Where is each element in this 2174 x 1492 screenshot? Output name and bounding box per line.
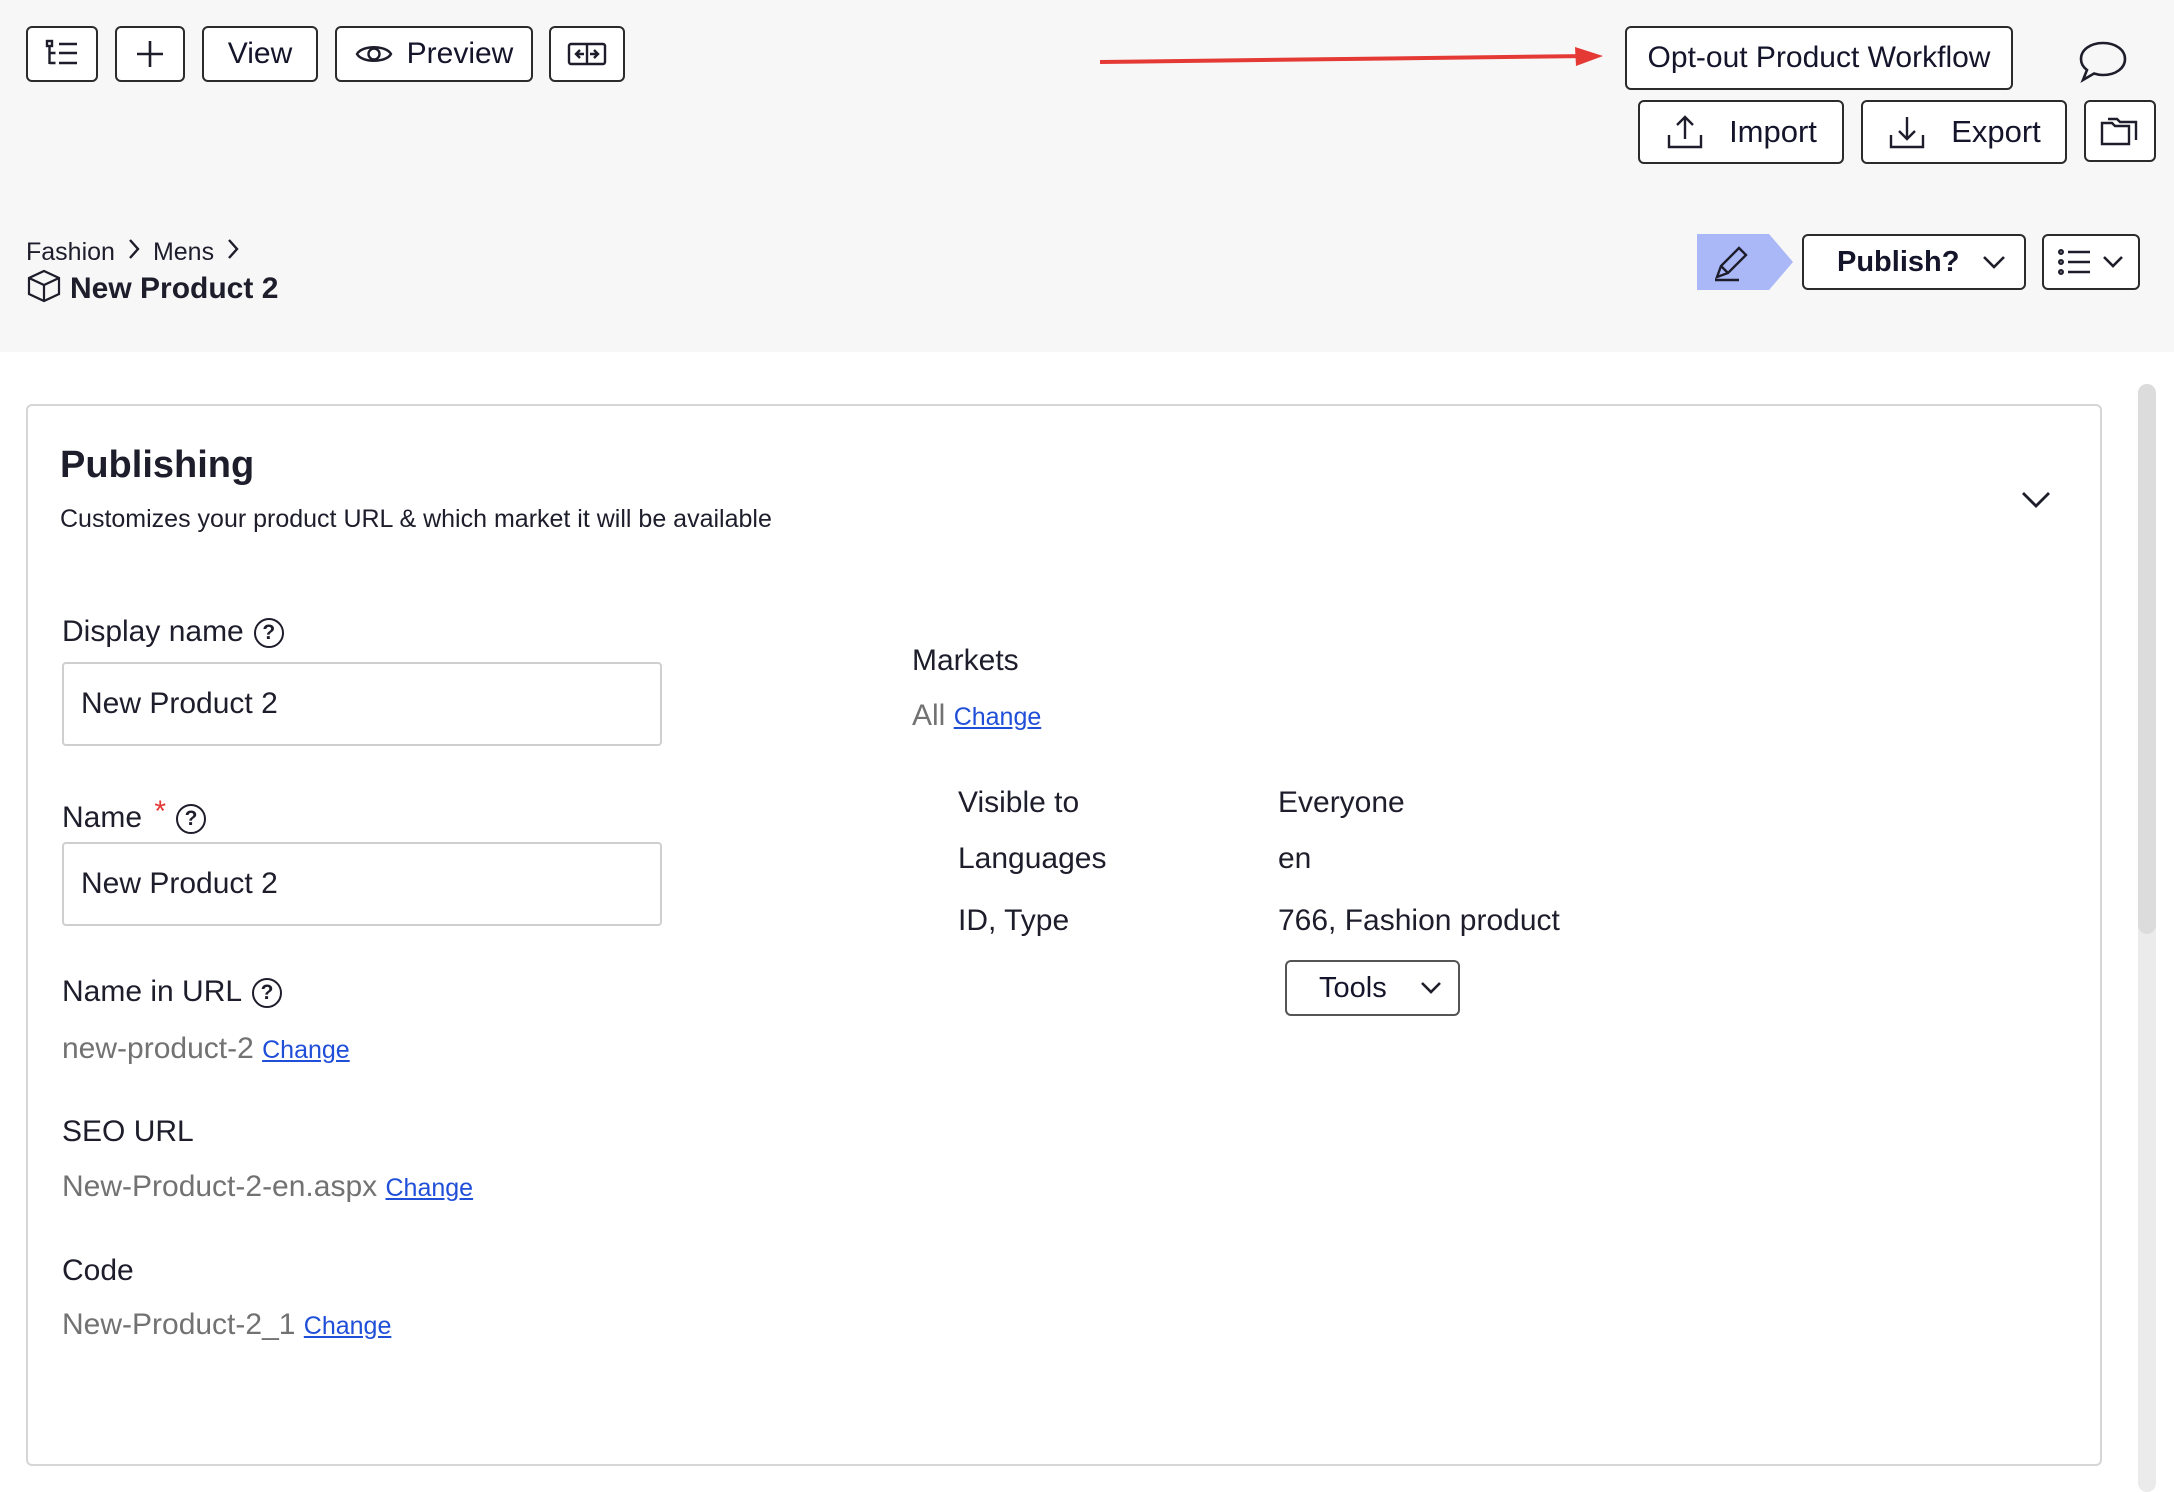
seo-url-row: New-Product-2-en.aspx Change <box>62 1170 473 1204</box>
opt-out-workflow-button[interactable]: Opt-out Product Workflow <box>1625 26 2013 90</box>
name-label-text: Name <box>62 801 143 834</box>
chevron-down-icon <box>1982 255 2006 269</box>
visible-to-label: Visible to <box>958 786 1080 819</box>
id-type-value: 766, Fashion product <box>1278 904 1560 937</box>
upload-icon <box>1665 113 1705 151</box>
languages-value: en <box>1278 842 1312 875</box>
code-label: Code <box>62 1254 134 1287</box>
display-name-input[interactable]: New Product 2 <box>62 662 662 746</box>
download-icon <box>1887 113 1927 151</box>
chevron-down-icon <box>1420 981 1442 995</box>
breadcrumb: Fashion Mens <box>26 237 240 268</box>
seo-url-label: SEO URL <box>62 1115 194 1148</box>
display-name-value: New Product 2 <box>81 687 278 720</box>
export-label: Export <box>1951 114 2041 149</box>
import-label: Import <box>1729 114 1817 149</box>
product-box-icon <box>26 268 62 309</box>
name-in-url-row: new-product-2 Change <box>62 1032 350 1066</box>
collapse-chevron-icon[interactable] <box>2020 490 2052 515</box>
section-title: Publishing <box>60 444 255 486</box>
help-icon[interactable]: ? <box>253 618 284 649</box>
help-icon[interactable]: ? <box>176 804 207 835</box>
preview-button[interactable]: Preview <box>335 26 533 82</box>
plus-icon <box>135 39 165 69</box>
change-seo-url-link[interactable]: Change <box>385 1174 473 1202</box>
markets-row: All Change <box>912 699 1041 733</box>
comment-icon[interactable] <box>2077 38 2129 91</box>
publish-label: Publish? <box>1837 245 1960 278</box>
eye-icon <box>355 41 393 67</box>
chevron-right-icon <box>127 237 141 268</box>
change-name-in-url-link[interactable]: Change <box>262 1036 350 1064</box>
markets-label: Markets <box>912 644 1019 677</box>
languages-label: Languages <box>958 842 1107 875</box>
id-type-label: ID, Type <box>958 904 1070 937</box>
tools-dropdown-button[interactable]: Tools <box>1285 960 1460 1016</box>
view-label: View <box>227 37 293 70</box>
export-button[interactable]: Export <box>1861 100 2067 164</box>
options-menu-button[interactable] <box>2042 234 2140 290</box>
import-button[interactable]: Import <box>1638 100 1844 164</box>
chevron-right-icon <box>226 237 240 268</box>
page-title: New Product 2 <box>26 268 278 309</box>
visible-to-value: Everyone <box>1278 786 1405 819</box>
folders-icon <box>2100 115 2140 147</box>
tree-list-icon <box>45 39 79 69</box>
chevron-down-icon <box>2102 255 2124 269</box>
list-icon <box>2058 248 2092 276</box>
breadcrumb-item-fashion[interactable]: Fashion <box>26 238 115 267</box>
code-value: New-Product-2_1 <box>62 1308 296 1341</box>
structure-toggle-button[interactable] <box>26 26 98 82</box>
name-input[interactable]: New Product 2 <box>62 842 662 926</box>
edit-status-badge[interactable] <box>1697 234 1797 290</box>
change-markets-link[interactable]: Change <box>954 703 1042 731</box>
name-value: New Product 2 <box>81 867 278 900</box>
section-subtitle: Customizes your product URL & which mark… <box>60 505 772 533</box>
compare-button[interactable] <box>549 26 625 82</box>
publish-dropdown-button[interactable]: Publish? <box>1802 234 2026 290</box>
seo-url-value: New-Product-2-en.aspx <box>62 1170 378 1203</box>
change-code-link[interactable]: Change <box>304 1312 392 1340</box>
tools-label: Tools <box>1319 971 1387 1004</box>
compare-icon <box>567 40 607 68</box>
required-asterisk: * <box>154 795 167 828</box>
name-in-url-label: Name in URL? <box>62 975 283 1009</box>
markets-value: All <box>912 699 946 732</box>
preview-label: Preview <box>406 37 514 70</box>
name-in-url-value: new-product-2 <box>62 1032 254 1065</box>
view-button[interactable]: View <box>202 26 318 82</box>
code-row: New-Product-2_1 Change <box>62 1308 391 1342</box>
breadcrumb-item-mens[interactable]: Mens <box>153 238 214 267</box>
display-name-label: Display name? <box>62 615 284 649</box>
name-label: Name *? <box>62 795 207 835</box>
page-title-text: New Product 2 <box>70 271 279 305</box>
folders-button[interactable] <box>2084 100 2156 162</box>
scrollbar-thumb[interactable] <box>2138 384 2156 934</box>
opt-out-label: Opt-out Product Workflow <box>1647 41 1991 74</box>
add-button[interactable] <box>115 26 185 82</box>
name-in-url-label-text: Name in URL <box>62 975 243 1008</box>
help-icon[interactable]: ? <box>252 978 283 1009</box>
annotation-arrow <box>1099 47 1603 66</box>
display-name-label-text: Display name <box>62 615 244 648</box>
